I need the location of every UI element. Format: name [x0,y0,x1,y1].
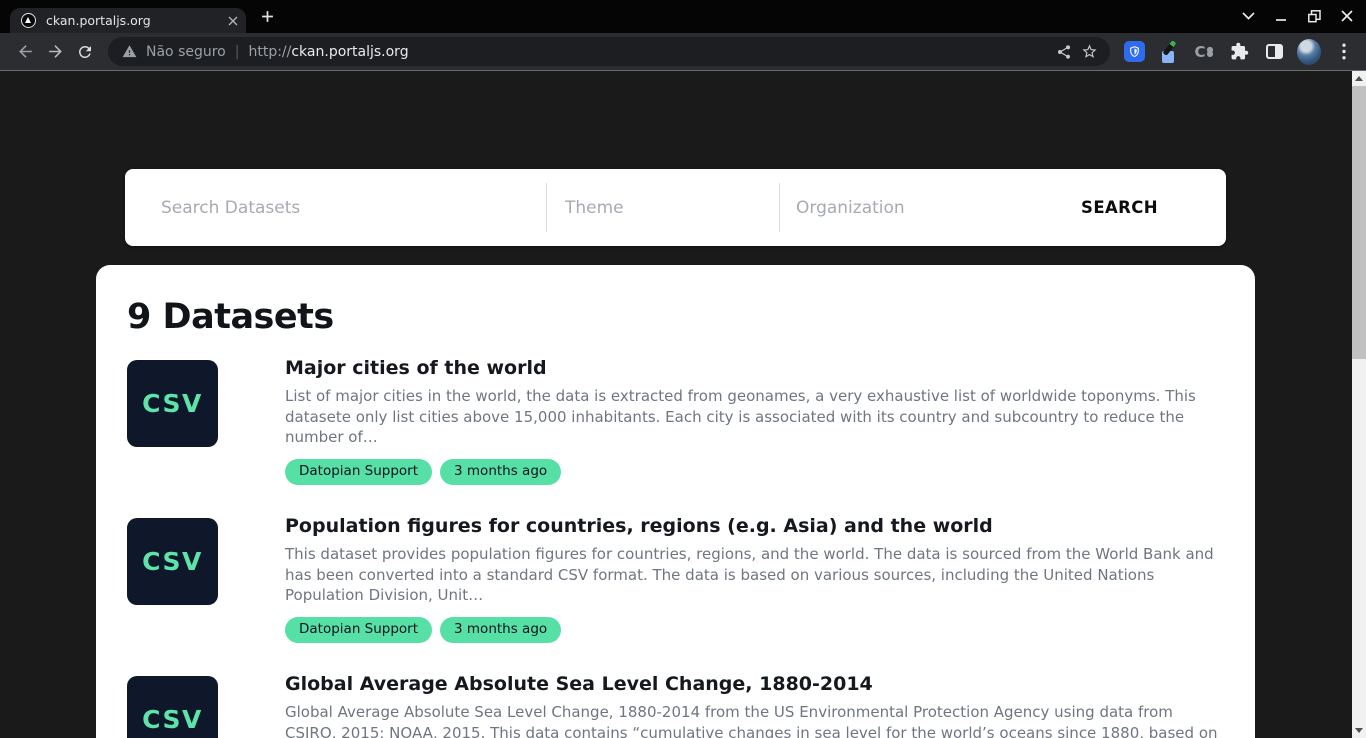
dataset-badges: Datopian Support 3 months ago [285,617,1224,644]
share-icon[interactable] [1056,44,1072,60]
updated-badge: 3 months ago [440,617,561,644]
url-protocol: http:// [248,44,291,60]
page-url: http://ckan.portaljs.org [248,44,408,60]
dataset-badges: Datopian Support 3 months ago [285,459,1224,486]
site-favicon [21,13,36,28]
not-secure-warning-icon[interactable] [122,44,137,59]
colorzilla-extension-icon[interactable]: C●● [1192,40,1216,64]
bitwarden-extension-icon[interactable] [1122,40,1146,64]
dataset-list-item: CSV Population figures for countries, re… [127,518,1224,643]
minimize-icon[interactable] [1272,6,1290,26]
bookmark-star-icon[interactable] [1081,43,1098,60]
page-content: SEARCH 9 Datasets CSV Major cities of th… [0,71,1366,738]
dataset-list-item: CSV Global Average Absolute Sea Level Ch… [127,676,1224,738]
scroll-up-button[interactable] [1352,71,1366,86]
scroll-down-button[interactable] [1352,723,1366,738]
reload-icon[interactable] [70,37,100,67]
dataset-list-item: CSV Major cities of the world List of ma… [127,360,1224,485]
csv-format-icon: CSV [127,360,218,447]
tab-title: ckan.portaljs.org [46,13,228,28]
chevron-down-icon[interactable] [1239,6,1257,26]
results-card: 9 Datasets CSV Major cities of the world… [96,265,1255,738]
dataset-item-body: Population figures for countries, region… [285,514,1224,643]
dataset-item-body: Major cities of the world List of major … [285,356,1224,485]
dataset-item-body: Global Average Absolute Sea Level Change… [285,672,1224,738]
dataset-description: Global Average Absolute Sea Level Change… [285,702,1224,738]
updated-badge: 3 months ago [440,459,561,486]
back-icon[interactable] [10,37,40,67]
url-domain: ckan.portaljs.org [291,44,408,60]
dataset-description: This dataset provides population figures… [285,544,1224,606]
dataset-search-bar: SEARCH [125,169,1226,246]
page-scrollbar[interactable] [1352,71,1366,738]
dataset-title-link[interactable]: Global Average Absolute Sea Level Change… [285,672,1224,696]
tab-close-icon[interactable] [228,16,238,26]
address-separator: | [235,44,240,60]
address-bar[interactable]: Não seguro | http://ckan.portaljs.org [108,37,1110,66]
forward-icon[interactable] [40,37,70,67]
extensions-row: C●● [1110,40,1360,64]
close-window-icon[interactable] [1338,6,1356,26]
profile-avatar[interactable] [1297,40,1321,64]
search-datasets-input[interactable] [125,169,546,246]
security-label: Não seguro [146,44,226,60]
dataset-title-link[interactable]: Population figures for countries, region… [285,514,1224,538]
csv-format-icon: CSV [127,518,218,605]
organization-badge[interactable]: Datopian Support [285,459,432,486]
dataset-title-link[interactable]: Major cities of the world [285,356,1224,380]
browser-toolbar: Não seguro | http://ckan.portaljs.org C●… [0,33,1366,71]
organization-input[interactable] [780,169,1020,246]
restore-window-icon[interactable] [1305,6,1323,26]
search-button[interactable]: SEARCH [1057,169,1226,246]
window-controls [1239,6,1356,26]
browser-window: ckan.portaljs.org [0,0,1366,738]
results-heading: 9 Datasets [127,296,1224,338]
eyedropper-extension-icon[interactable] [1157,40,1181,64]
tab-strip: ckan.portaljs.org [0,0,1366,33]
csv-format-icon: CSV [127,676,218,738]
new-tab-button[interactable] [261,10,274,23]
menu-kebab-icon[interactable] [1332,40,1356,64]
theme-input[interactable] [547,169,779,246]
dataset-description: List of major cities in the world, the d… [285,386,1224,448]
dataset-list: CSV Major cities of the world List of ma… [127,360,1224,738]
browser-tab[interactable]: ckan.portaljs.org [10,8,246,33]
extensions-puzzle-icon[interactable] [1227,40,1251,64]
organization-badge[interactable]: Datopian Support [285,617,432,644]
scrollbar-thumb[interactable] [1352,86,1366,359]
side-panel-icon[interactable] [1262,40,1286,64]
